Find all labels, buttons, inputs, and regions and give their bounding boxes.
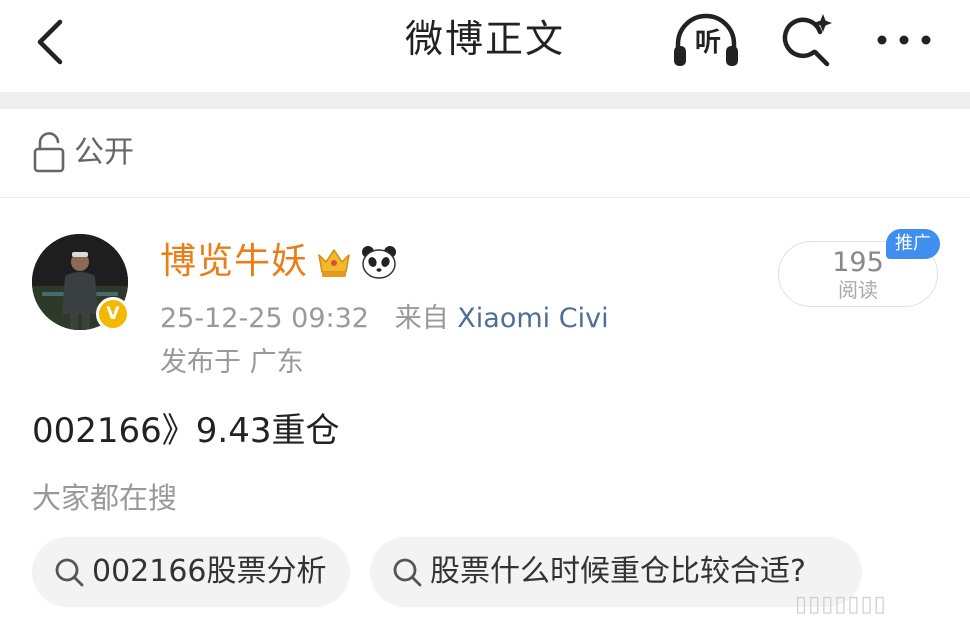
related-search-title: 大家都在搜: [32, 481, 178, 515]
search-chip[interactable]: 002166股票分析: [32, 537, 350, 607]
section-divider: [0, 92, 970, 109]
author-name[interactable]: 博览牛妖: [160, 238, 308, 286]
read-label: 阅读: [838, 278, 878, 302]
post-source[interactable]: Xiaomi Civi: [457, 303, 608, 334]
source-prefix: 来自: [394, 303, 449, 334]
listen-button[interactable]: 听: [668, 10, 744, 70]
post-time: 25-12-25 09:32: [160, 303, 369, 334]
search-chip-label: 002166股票分析: [92, 554, 327, 589]
promote-badge[interactable]: 推广: [886, 229, 940, 259]
crown-icon: [318, 249, 350, 277]
verified-badge: V: [96, 297, 130, 331]
post-text: 002166》9.43重仓: [32, 411, 340, 451]
panda-icon: [362, 246, 396, 279]
visibility-row: 公开: [0, 109, 970, 198]
search-button[interactable]: [776, 10, 838, 70]
post-location: 发布于 广东: [160, 347, 304, 378]
watermark: ▯▯▯▯▯▯▯: [795, 592, 887, 617]
more-button[interactable]: [870, 16, 938, 64]
search-chip[interactable]: 股票什么时候重仓比较合适?: [370, 537, 862, 607]
more-dots-icon: [877, 35, 931, 45]
visibility-label: 公开: [74, 135, 134, 170]
search-icon: [55, 558, 84, 587]
search-chip-label: 股票什么时候重仓比较合适?: [430, 554, 806, 589]
unlock-icon: [33, 132, 65, 173]
top-bar: 微博正文 听: [0, 0, 970, 88]
listen-label: 听: [694, 28, 721, 58]
search-icon: [393, 558, 422, 587]
post-meta: 25-12-25 09:32 来自 Xiaomi Civi: [160, 300, 609, 338]
magnifier-sparkle-icon: [782, 14, 832, 67]
